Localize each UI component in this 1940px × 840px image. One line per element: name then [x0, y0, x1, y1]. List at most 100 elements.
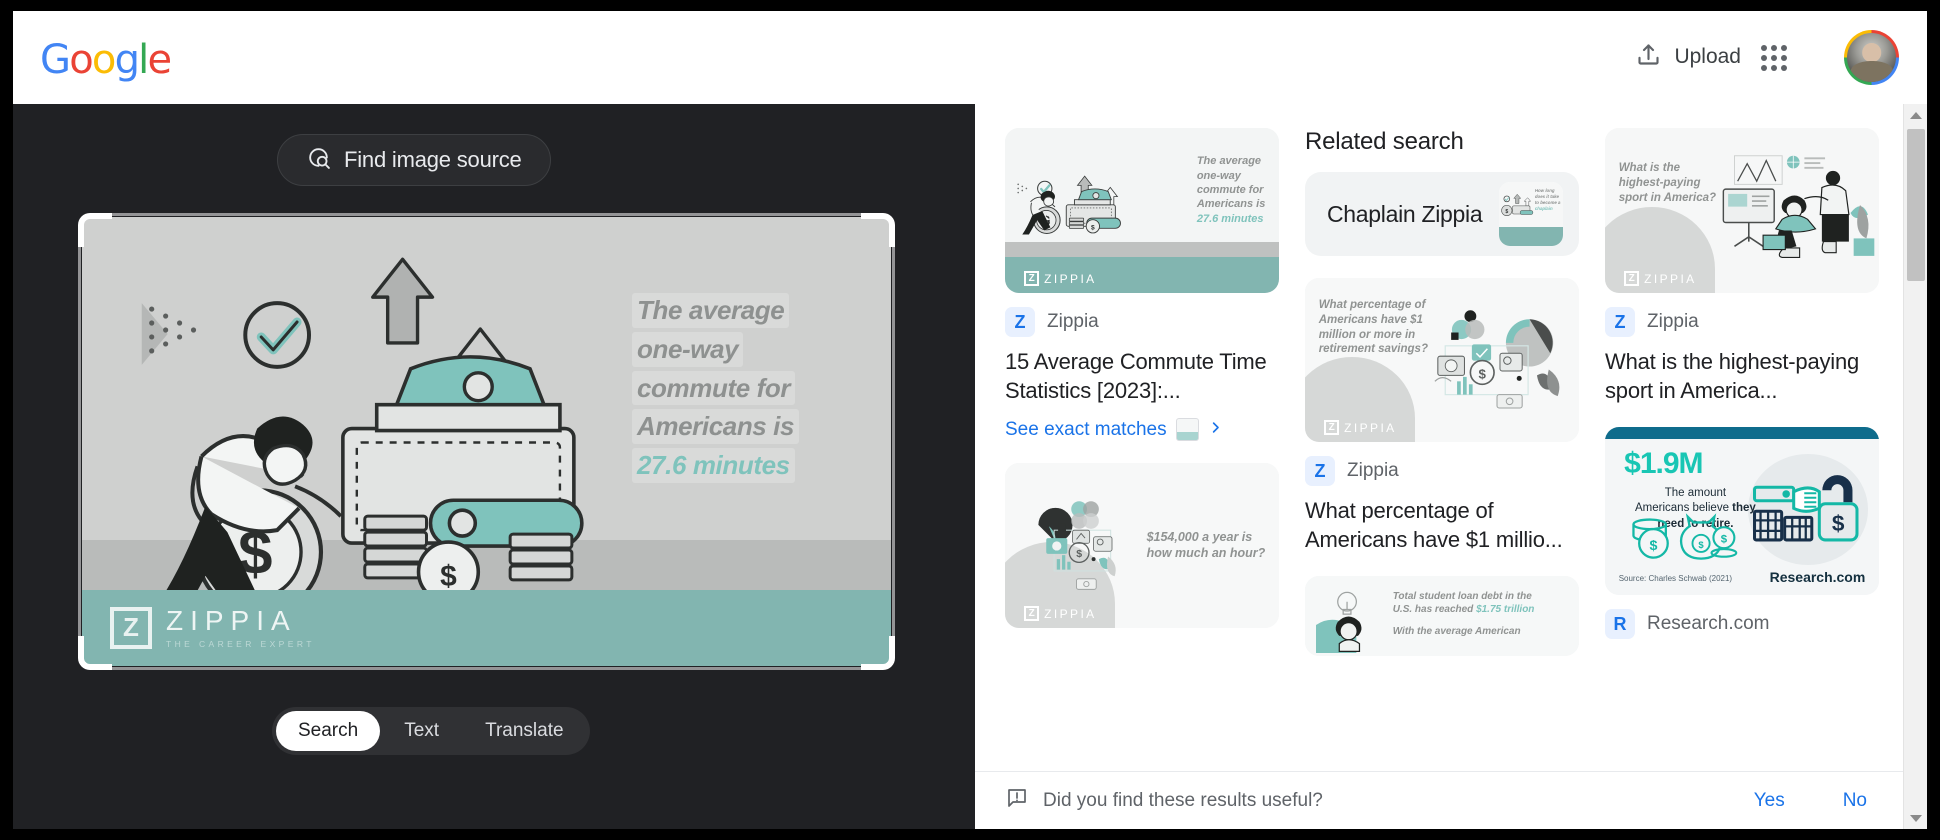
- result-thumbnail[interactable]: Total student loan debt in the U.S. has …: [1305, 576, 1579, 657]
- zippia-tagline: THE CAREER EXPERT: [166, 638, 315, 649]
- tab-translate[interactable]: Translate: [463, 711, 586, 751]
- svg-text:$: $: [440, 560, 457, 593]
- logo-letter: o: [69, 37, 93, 83]
- thumb-caption: Total student loan debt in the U.S. has …: [1392, 591, 1535, 638]
- thumb-brand: ZIPPIA: [1044, 271, 1097, 286]
- result-card-salary[interactable]: $ $154,000 a year is how much an hour? Z…: [1005, 463, 1279, 629]
- zippia-favicon: Z: [1305, 456, 1335, 486]
- hero-image: $ $ The average one-way commute for Amer…: [82, 217, 891, 666]
- zippia-favicon: Z: [1605, 307, 1635, 337]
- feedback-no-button[interactable]: No: [1843, 790, 1867, 812]
- results-scroll-area: $ $ The average: [975, 104, 1903, 771]
- top-bar: Google Upload: [13, 11, 1927, 104]
- logo-letter: e: [147, 37, 173, 83]
- hero-caption: The average one-way commute for American…: [632, 293, 847, 483]
- google-logo[interactable]: Google: [40, 37, 173, 83]
- svg-text:$: $: [1505, 209, 1508, 215]
- result-thumbnail[interactable]: $ What percentage of Americans have $1 m…: [1305, 278, 1579, 442]
- hero-line: one-way: [632, 332, 744, 367]
- apps-grid-icon[interactable]: [1757, 41, 1791, 75]
- thumb-brand: ZIPPIA: [1344, 420, 1397, 435]
- research-favicon: R: [1605, 609, 1635, 640]
- result-source: Zippia: [1647, 311, 1699, 332]
- feedback-icon: [1005, 786, 1029, 815]
- result-title[interactable]: What percentage of Americans have $1 mil…: [1305, 496, 1579, 554]
- thumb-caption: The average one-way commute for American…: [1196, 155, 1266, 225]
- scrollbar-thumb[interactable]: [1907, 129, 1925, 281]
- svg-text:$: $: [1832, 510, 1845, 535]
- svg-text:$: $: [1720, 533, 1727, 545]
- svg-text:$: $: [1076, 548, 1082, 560]
- research-brand: Research.com: [1769, 568, 1866, 585]
- result-thumbnail[interactable]: $1.9M The amount Americans believe they …: [1605, 427, 1879, 596]
- result-title[interactable]: 15 Average Commute Time Statistics [2023…: [1005, 347, 1279, 405]
- hero-line: Americans is: [632, 409, 800, 445]
- feedback-question: Did you find these results useful?: [1043, 789, 1323, 811]
- results-scrollbar[interactable]: [1903, 104, 1927, 829]
- svg-text:$: $: [1091, 224, 1095, 231]
- svg-text:$: $: [1478, 366, 1486, 381]
- zippia-favicon: Z: [1005, 307, 1035, 337]
- tab-search[interactable]: Search: [276, 711, 381, 751]
- selected-image-region[interactable]: $ $ The average one-way commute for Amer…: [78, 213, 895, 670]
- logo-letter: o: [91, 37, 116, 83]
- upload-icon: [1635, 41, 1662, 73]
- see-exact-matches-label: See exact matches: [1005, 418, 1167, 440]
- tab-text[interactable]: Text: [382, 711, 461, 751]
- thumb-caption: What percentage of Americans have $1 mil…: [1318, 298, 1428, 356]
- research-stat-value: $1.9M: [1624, 447, 1703, 481]
- find-image-source-button[interactable]: Find image source: [277, 134, 551, 186]
- hero-line: commute for: [632, 370, 796, 406]
- svg-text:$: $: [1649, 538, 1657, 554]
- related-search-thumbnail: $ How long does it take to become a chaplai…: [1499, 182, 1563, 246]
- zippia-brand-footer: Z ZIPPIA THE CAREER EXPERT: [82, 589, 891, 666]
- lens-mode-tabs: Search Text Translate: [272, 707, 590, 755]
- zippia-wordmark: ZIPPIA: [166, 604, 297, 636]
- result-thumbnail[interactable]: What is the highest-paying sport in Amer…: [1605, 128, 1879, 293]
- result-title[interactable]: What is the highest-paying sport in Amer…: [1605, 347, 1879, 405]
- results-column-3: What is the highest-paying sport in Amer…: [1605, 128, 1879, 656]
- hero-accent-line: 27.6 minutes: [632, 448, 795, 483]
- logo-letter: l: [138, 37, 149, 83]
- upload-button[interactable]: Upload: [1635, 35, 1741, 79]
- scroll-up-arrow[interactable]: [1904, 104, 1927, 126]
- result-thumbnail[interactable]: $ $154,000 a year is how much an hour? Z…: [1005, 463, 1279, 629]
- related-search-label: Chaplain Zippia: [1327, 200, 1483, 227]
- thumb-caption: $154,000 a year is how much an hour?: [1146, 530, 1266, 561]
- result-card-research[interactable]: $1.9M The amount Americans believe they …: [1605, 427, 1879, 640]
- svg-text:$: $: [1698, 540, 1704, 551]
- result-card-commute[interactable]: $ $ The average: [1005, 128, 1279, 442]
- results-column-1: $ $ The average: [1005, 128, 1279, 656]
- exact-match-thumbnail: [1175, 418, 1199, 442]
- salary-thumb-art: $: [1038, 501, 1116, 591]
- feedback-bar: Did you find these results useful? Yes N…: [975, 771, 1903, 829]
- find-image-source-label: Find image source: [344, 147, 522, 172]
- result-card-sport[interactable]: What is the highest-paying sport in Amer…: [1605, 128, 1879, 405]
- google-lens-window: Google Upload Find image source $ $ The …: [13, 11, 1927, 829]
- related-search-heading: Related search: [1305, 128, 1464, 155]
- result-card-student-loan[interactable]: Total student loan debt in the U.S. has …: [1305, 576, 1579, 657]
- feedback-yes-button[interactable]: Yes: [1754, 790, 1785, 812]
- retire-lock-art: $: [1753, 474, 1859, 542]
- see-exact-matches-link[interactable]: See exact matches: [1005, 418, 1279, 442]
- result-card-retirement[interactable]: $ What percentage of Americans have $1 m…: [1305, 278, 1579, 554]
- results-panel: $ $ The average: [975, 104, 1927, 829]
- logo-letter: g: [114, 37, 140, 83]
- sport-thumb-art: [1723, 155, 1875, 258]
- thumb-brand: ZIPPIA: [1044, 606, 1097, 621]
- zippia-logo-icon: Z: [110, 606, 152, 649]
- hero-line: The average: [632, 293, 790, 328]
- retirement-thumb-art: $: [1434, 310, 1559, 409]
- result-source: Zippia: [1347, 460, 1399, 481]
- thumb-brand: ZIPPIA: [1644, 271, 1697, 286]
- related-search-chip[interactable]: Chaplain Zippia $ How long does it take …: [1305, 172, 1579, 256]
- coins-art: $ $ $: [1632, 513, 1738, 560]
- scroll-down-arrow[interactable]: [1904, 807, 1927, 829]
- result-thumbnail[interactable]: $ $ The average: [1005, 128, 1279, 293]
- results-column-2: Related search Chaplain Zippia $ How lon…: [1305, 128, 1579, 657]
- logo-letter: G: [40, 37, 71, 83]
- thumb-caption: What is the highest-paying sport in Amer…: [1618, 162, 1717, 204]
- image-search-icon: [306, 145, 331, 175]
- avatar[interactable]: [1844, 30, 1899, 85]
- image-viewer-panel: Find image source $ $ The average one-wa…: [13, 104, 975, 829]
